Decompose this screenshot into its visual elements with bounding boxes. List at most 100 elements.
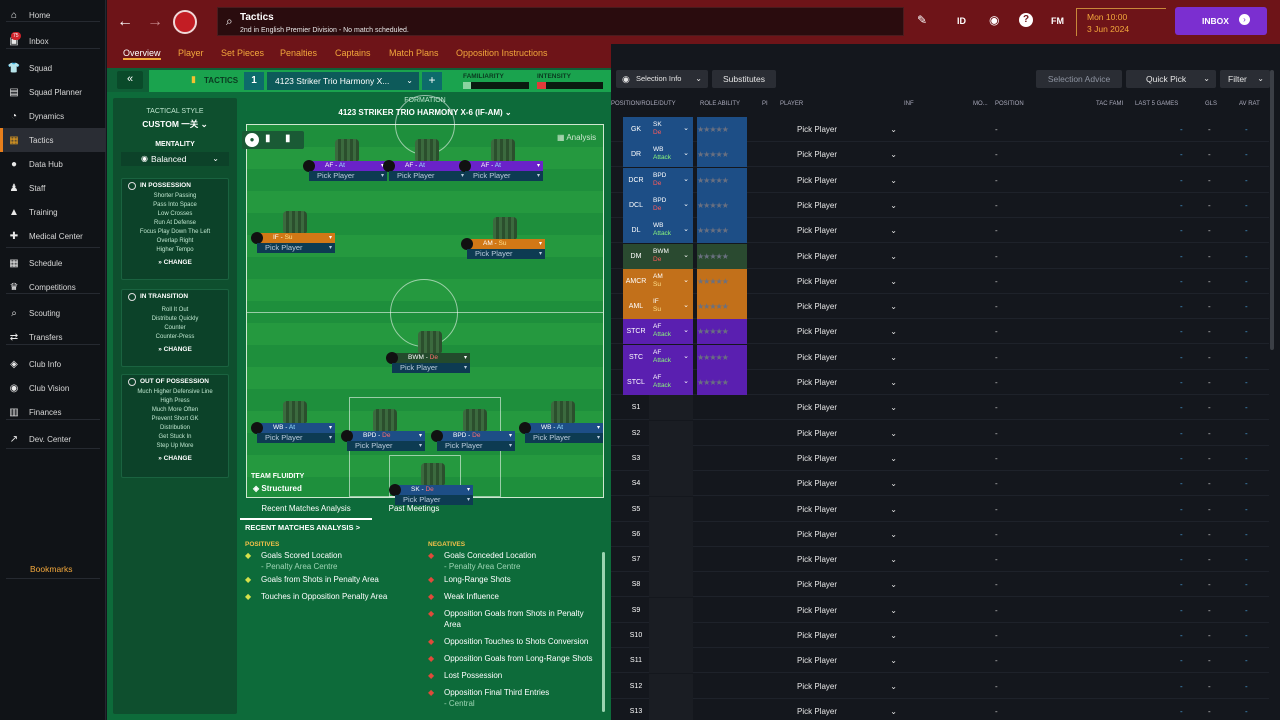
- bookmarks-label[interactable]: Bookmarks: [30, 564, 73, 574]
- tab-match-plans[interactable]: Match Plans: [389, 48, 439, 58]
- pick-player-select[interactable]: Pick Player ⌄: [797, 522, 897, 547]
- pick-player-select[interactable]: Pick Player ⌄: [797, 244, 897, 269]
- formation-slot-am[interactable]: AM - Su ▾ Pick Player ▾: [461, 217, 545, 259]
- pick-player-select[interactable]: Pick Player ▾: [465, 171, 543, 181]
- sidebar-item-transfers[interactable]: ⇄ Transfers: [0, 325, 106, 349]
- table-row[interactable]: AML IF Su ⌄ ★★★★★ Pick Player ⌄ - - - -: [611, 294, 1269, 320]
- tab-player[interactable]: Player: [178, 48, 204, 58]
- formation-slot-sk[interactable]: SK - De ▾ Pick Player ▾: [389, 463, 473, 505]
- table-row[interactable]: S7 Pick Player ⌄ - - - -: [611, 547, 1269, 573]
- in-transition-change-button[interactable]: » CHANGE: [122, 346, 228, 353]
- sidebar-item-competitions[interactable]: ♛ Competitions: [0, 275, 106, 299]
- pick-player-select[interactable]: Pick Player ⌄: [797, 193, 897, 218]
- positive-item[interactable]: ◆ Touches in Opposition Penalty Area: [245, 591, 423, 602]
- sidebar-item-staff[interactable]: ♟ Staff: [0, 176, 106, 200]
- table-row[interactable]: AMCR AM Su ⌄ ★★★★★ Pick Player ⌄ - - - -: [611, 268, 1269, 294]
- sidebar-item-finances[interactable]: ▥ Finances: [0, 400, 106, 424]
- selection-info-button[interactable]: ◉ Selection Info ⌄: [616, 70, 708, 88]
- forward-icon[interactable]: →: [147, 13, 163, 31]
- back-icon[interactable]: ←: [117, 13, 133, 31]
- pick-player-select[interactable]: Pick Player ▾: [437, 441, 515, 451]
- collapse-button[interactable]: «: [117, 71, 143, 89]
- substitutes-button[interactable]: Substitutes: [712, 70, 776, 88]
- pick-player-select[interactable]: Pick Player ▾: [525, 433, 603, 443]
- column-header[interactable]: MO...: [973, 92, 988, 116]
- pick-player-select[interactable]: Pick Player ⌄: [797, 674, 897, 699]
- in-transition-box[interactable]: IN TRANSITION Roll It Out Distribute Quic…: [121, 289, 229, 367]
- table-row[interactable]: DCL BPD De ⌄ ★★★★★ Pick Player ⌄ - - - -: [611, 192, 1269, 218]
- table-row[interactable]: STC AF Attack ⌄ ★★★★★ Pick Player ⌄ - - - -: [611, 344, 1269, 370]
- pick-player-select[interactable]: Pick Player ⌄: [797, 142, 897, 167]
- negative-item[interactable]: ◆ Long-Range Shots: [428, 574, 600, 585]
- pick-player-select[interactable]: Pick Player ⌄: [797, 421, 897, 446]
- pick-player-select[interactable]: Pick Player ⌄: [797, 117, 897, 142]
- tab-penalties[interactable]: Penalties: [280, 48, 317, 58]
- sidebar-item-scouting[interactable]: ⌕ Scouting: [0, 301, 106, 325]
- column-header[interactable]: AV RAT: [1239, 92, 1260, 116]
- formation-slot-bpd[interactable]: BPD - De ▾ Pick Player ▾: [431, 409, 515, 451]
- add-tactic-button[interactable]: +: [422, 72, 442, 90]
- formation-slot-wb[interactable]: WB - At ▾ Pick Player ▾: [519, 401, 603, 443]
- analysis-toggle[interactable]: ▦ Analysis: [557, 133, 596, 142]
- table-row[interactable]: S12 Pick Player ⌄ - - - -: [611, 673, 1269, 699]
- table-row[interactable]: S6 Pick Player ⌄ - - - -: [611, 521, 1269, 547]
- pick-player-select[interactable]: Pick Player ⌄: [797, 623, 897, 648]
- column-header[interactable]: ROLE ABILITY: [700, 92, 740, 116]
- club-badge-icon[interactable]: [173, 10, 197, 34]
- table-row[interactable]: DR WB Attack ⌄ ★★★★★ Pick Player ⌄ - - - -: [611, 142, 1269, 168]
- column-header[interactable]: PI: [762, 92, 768, 116]
- search-icon[interactable]: ⌕: [226, 14, 233, 29]
- column-header[interactable]: POSITION/ROLE/DUTY: [611, 92, 676, 116]
- tab-past-meetings[interactable]: Past Meetings: [378, 504, 450, 520]
- negative-item[interactable]: ◆ Weak Influence: [428, 591, 600, 602]
- mentality-select[interactable]: ◉ Balanced ⌄: [121, 152, 229, 166]
- pick-player-select[interactable]: Pick Player ▾: [392, 363, 470, 373]
- negative-item[interactable]: ◆ Opposition Goals from Long-Range Shots: [428, 653, 600, 664]
- pick-player-select[interactable]: Pick Player ⌄: [797, 446, 897, 471]
- column-header[interactable]: POSITION: [995, 92, 1024, 116]
- role-duty-select[interactable]: WB Attack ⌄: [649, 218, 693, 244]
- role-duty-select[interactable]: BPD De ⌄: [649, 192, 693, 218]
- in-possession-box[interactable]: IN POSSESSION Shorter Passing Pass Into S…: [121, 178, 229, 280]
- role-duty-select[interactable]: BPD De ⌄: [649, 167, 693, 193]
- pick-player-select[interactable]: Pick Player ▾: [389, 171, 467, 181]
- sidebar-item-data-hub[interactable]: ● Data Hub: [0, 152, 106, 176]
- pick-player-select[interactable]: Pick Player ⌄: [797, 598, 897, 623]
- sidebar-item-home[interactable]: ⌂ Home: [0, 3, 106, 27]
- role-duty-select[interactable]: AF - At▾: [459, 160, 543, 172]
- tab-captains[interactable]: Captains: [335, 48, 371, 58]
- tab-set-pieces[interactable]: Set Pieces: [221, 48, 264, 58]
- sidebar-item-club-info[interactable]: ◈ Club Info: [0, 352, 106, 376]
- globe-icon[interactable]: ◉: [989, 13, 999, 27]
- sidebar-item-club-vision[interactable]: ◉ Club Vision: [0, 376, 106, 400]
- role-duty-select[interactable]: WB Attack ⌄: [649, 142, 693, 168]
- tab-overview[interactable]: Overview: [123, 48, 161, 60]
- column-header[interactable]: INF: [904, 92, 914, 116]
- table-row[interactable]: S5 Pick Player ⌄ - - - -: [611, 496, 1269, 522]
- negative-item[interactable]: ◆ Lost Possession: [428, 670, 600, 681]
- role-duty-select[interactable]: WB - At ▾: [519, 422, 603, 434]
- table-row[interactable]: S2 Pick Player ⌄ - - - -: [611, 420, 1269, 446]
- analysis-scrollbar[interactable]: [602, 552, 605, 712]
- negative-item[interactable]: ◆ Opposition Final Third Entries - Central: [428, 687, 600, 709]
- pick-player-select[interactable]: Pick Player ⌄: [797, 218, 897, 243]
- formation-slot-wb[interactable]: WB - At ▾ Pick Player ▾: [251, 401, 335, 443]
- role-duty-select[interactable]: IF - Su ▾: [251, 232, 335, 244]
- table-row[interactable]: STCR AF Attack ⌄ ★★★★★ Pick Player ⌄ - - - -: [611, 319, 1269, 345]
- quick-pick-button[interactable]: Quick Pick ⌄: [1126, 70, 1216, 88]
- role-duty-select[interactable]: AF - At▾: [303, 160, 387, 172]
- table-row[interactable]: S8 Pick Player ⌄ - - - -: [611, 572, 1269, 598]
- pick-player-select[interactable]: Pick Player ⌄: [797, 319, 897, 344]
- table-row[interactable]: S4 Pick Player ⌄ - - - -: [611, 471, 1269, 497]
- fm-button[interactable]: FM: [1051, 16, 1064, 26]
- table-row[interactable]: S13 Pick Player ⌄ - - - -: [611, 698, 1269, 720]
- positive-item[interactable]: ◆ Goals from Shots in Penalty Area: [245, 574, 423, 585]
- sidebar-item-squad[interactable]: 👕 Squad: [0, 56, 106, 80]
- formation-slot-af[interactable]: AF - At▾Pick Player▾: [459, 139, 543, 181]
- negative-item[interactable]: ◆ Opposition Touches to Shots Conversion: [428, 636, 600, 647]
- formation-slot-af[interactable]: AF - At▾Pick Player▾: [383, 139, 467, 181]
- pick-player-select[interactable]: Pick Player ⌄: [797, 699, 897, 720]
- table-row[interactable]: S9 Pick Player ⌄ - - - -: [611, 597, 1269, 623]
- pick-player-select[interactable]: Pick Player ▾: [347, 441, 425, 451]
- role-duty-select[interactable]: BWM - De ▾: [386, 352, 470, 364]
